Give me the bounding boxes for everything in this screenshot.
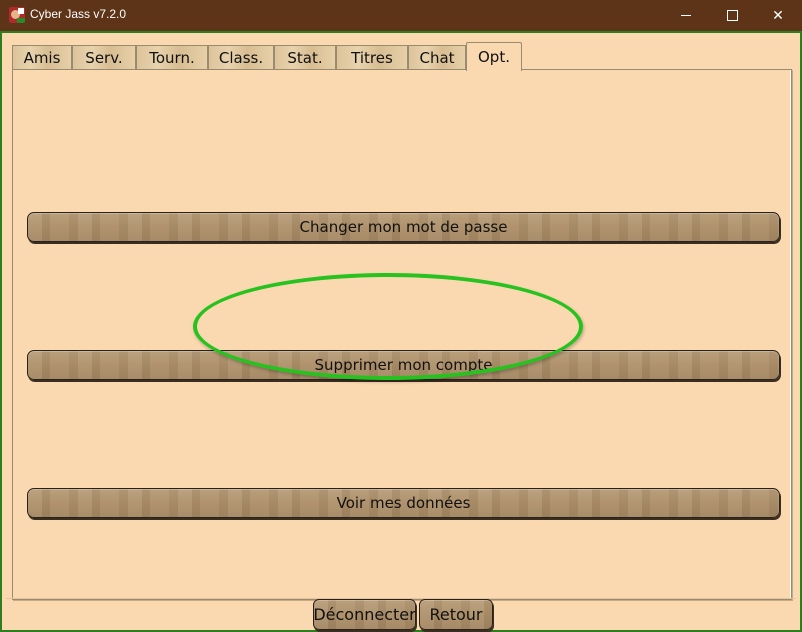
tab-titres[interactable]: Titres	[336, 45, 408, 70]
view-data-button[interactable]: Voir mes données	[27, 488, 780, 518]
window-title: Cyber Jass v7.2.0	[30, 7, 127, 21]
title-bar: Cyber Jass v7.2.0 ✕	[0, 0, 802, 31]
minimize-icon	[681, 15, 691, 16]
options-panel: Changer mon mot de passe Supprimer mon c…	[12, 69, 792, 600]
close-icon: ✕	[772, 7, 784, 24]
app-icon	[9, 7, 25, 23]
tab-class[interactable]: Class.	[208, 45, 274, 70]
tab-stat[interactable]: Stat.	[274, 45, 336, 70]
close-button[interactable]: ✕	[755, 0, 801, 31]
tab-chat[interactable]: Chat	[408, 45, 466, 70]
change-password-button[interactable]: Changer mon mot de passe	[27, 212, 780, 242]
delete-account-button[interactable]: Supprimer mon compte	[27, 350, 780, 380]
minimize-button[interactable]	[663, 0, 709, 31]
maximize-icon	[726, 10, 738, 21]
app-client-area: Amis Serv. Tourn. Class. Stat. Titres Ch…	[0, 31, 802, 632]
tab-tourn[interactable]: Tourn.	[136, 45, 208, 70]
tab-amis[interactable]: Amis	[12, 45, 72, 70]
tab-opt[interactable]: Opt.	[466, 42, 522, 71]
disconnect-button[interactable]: Déconnecter	[313, 599, 416, 630]
tab-serv[interactable]: Serv.	[72, 45, 136, 70]
maximize-button[interactable]	[709, 0, 755, 31]
back-button[interactable]: Retour	[419, 599, 493, 630]
